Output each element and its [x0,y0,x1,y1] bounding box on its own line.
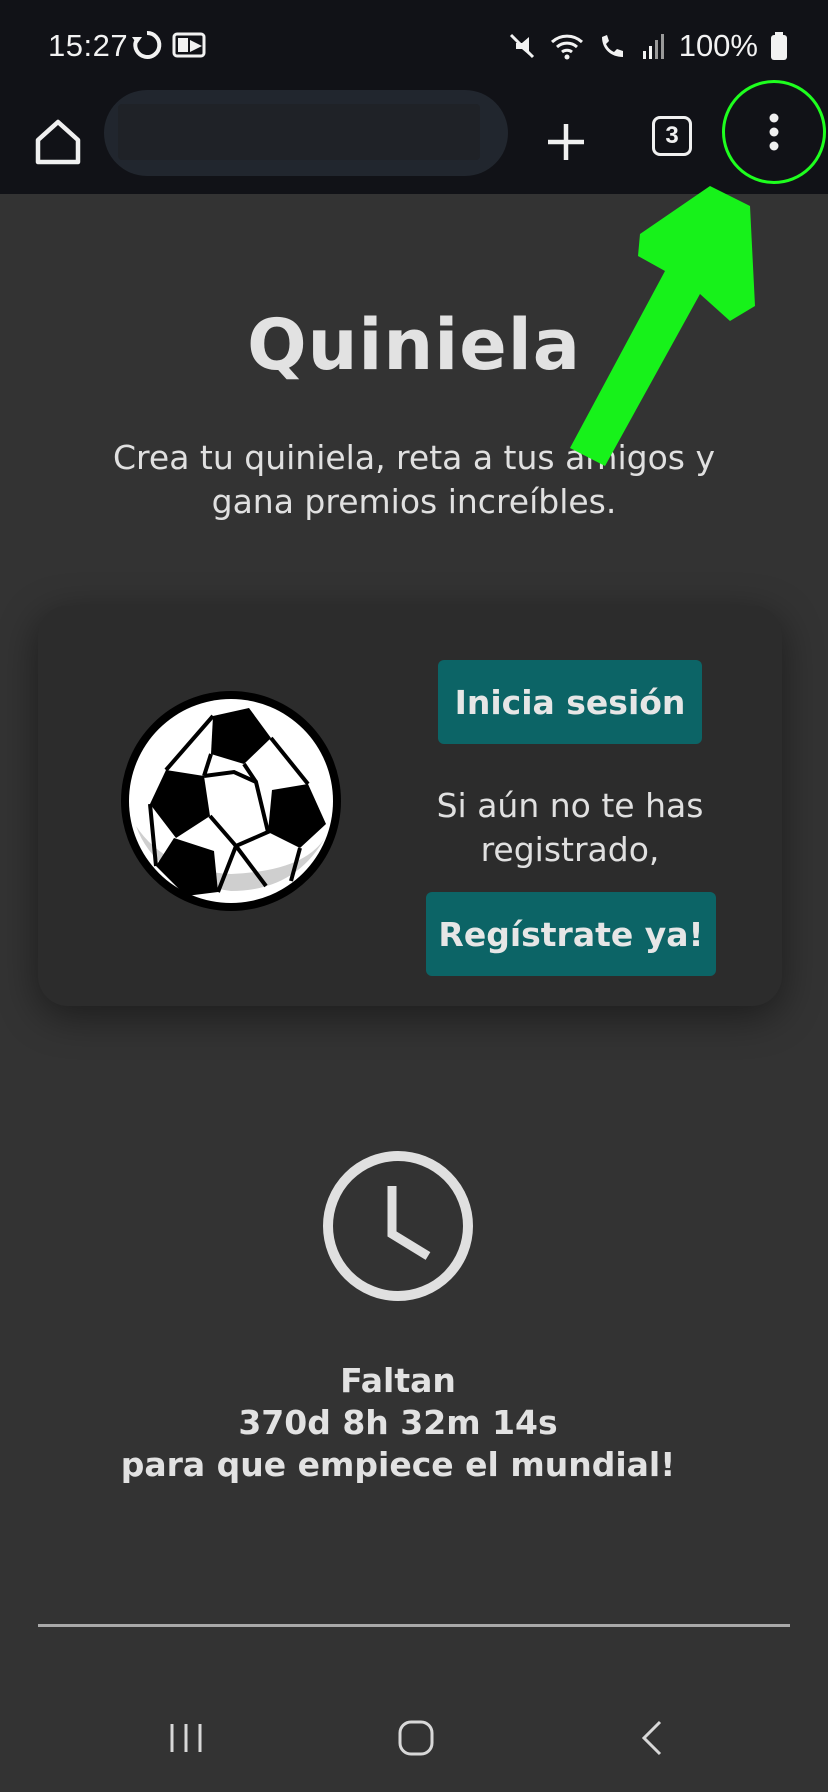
battery-percent: 100% [678,28,758,63]
status-bar: 15:27 100% [0,0,828,90]
wifi-icon [550,34,583,60]
voicemail-icon [172,32,206,58]
status-time: 15:27 [48,28,129,63]
more-vert-icon [769,113,779,151]
wifi-calling-icon [601,35,623,57]
countdown-line-1: Faltan [340,1361,456,1400]
page-title: Quiniela [247,304,581,386]
mute-icon [509,33,534,59]
signal-icon [642,34,664,59]
clock-icon [323,1151,473,1301]
login-button[interactable]: Inicia sesión [438,660,702,744]
login-card: Inicia sesión Si aún no te has registrad… [38,606,782,1006]
url-bar[interactable] [104,90,508,176]
status-right-icons: 100% [507,28,788,64]
status-left-icons [130,28,206,62]
countdown-line-3: para que empiece el mundial! [120,1445,676,1484]
battery-icon [771,32,787,60]
more-menu-button[interactable] [722,80,826,184]
divider [38,1624,790,1627]
url-redacted [118,104,480,160]
tab-switcher-button[interactable]: 3 [652,116,692,156]
sync-icon [132,30,162,59]
plus-icon[interactable] [536,112,596,172]
register-button[interactable]: Regístrate ya! [426,892,716,976]
countdown-text: Faltan 370d 8h 32m 14s para que empiece … [0,1360,796,1486]
soccer-ball-icon [121,691,341,911]
countdown-timer: 370d 8h 32m 14s [238,1403,558,1442]
recent-apps-icon[interactable] [166,1718,206,1758]
page-subtitle: Crea tu quiniela, reta a tus amigos y ga… [113,438,715,521]
home-circle-icon[interactable] [396,1718,436,1758]
browser-toolbar: 3 [0,80,828,194]
register-hint: Si aún no te has registrado, [436,786,704,869]
back-icon[interactable] [632,1718,672,1758]
home-icon[interactable] [28,112,88,172]
page-content: Quiniela Crea tu quiniela, reta a tus am… [0,194,828,1694]
system-nav-bar [0,1694,828,1792]
